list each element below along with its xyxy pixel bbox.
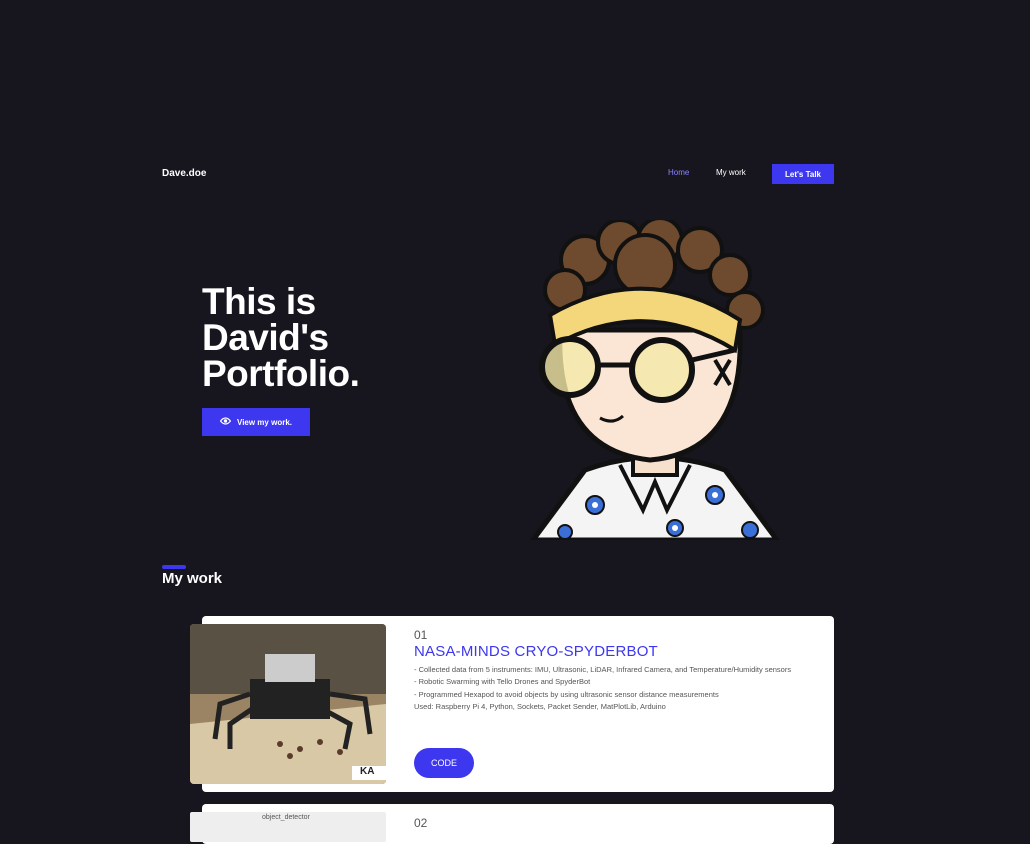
- hero-title: This is David's Portfolio.: [202, 281, 432, 394]
- hero-title-line-2: David's: [202, 317, 329, 358]
- project-number-1: 01: [414, 628, 428, 642]
- project-thumbnail-1[interactable]: KA: [190, 624, 386, 784]
- brand-logo[interactable]: Dave.doe: [162, 168, 206, 179]
- project-line-2: - Robotic Swarming with Tello Drones and…: [414, 677, 591, 687]
- view-my-work-button[interactable]: View my work.: [202, 408, 310, 436]
- nav-my-work-link[interactable]: My work: [716, 168, 746, 177]
- project-thumbnail-2[interactable]: object_detector: [190, 812, 386, 842]
- project-description-1: - Collected data from 5 instruments: IMU…: [414, 664, 804, 713]
- project-line-3: - Programmed Hexapod to avoid objects by…: [414, 689, 719, 699]
- eye-icon: [219, 417, 232, 427]
- project-line-1: - Collected data from 5 instruments: IMU…: [414, 665, 792, 674]
- my-work-accent-bar: [162, 565, 186, 569]
- hero-title-line-3: Portfolio.: [202, 353, 360, 394]
- project-title-1: NASA-MINDS CRYO-SPYDERBOT: [414, 643, 658, 660]
- code-button[interactable]: CODE: [414, 748, 474, 778]
- lets-talk-button[interactable]: Let's Talk: [772, 164, 834, 184]
- avatar-illustration: [529, 220, 781, 540]
- hero-title-line-1: This is: [202, 281, 316, 322]
- my-work-heading: My work: [162, 570, 223, 587]
- view-my-work-label: View my work.: [237, 417, 292, 427]
- image-watermark: KA: [360, 766, 375, 777]
- nav-home-link[interactable]: Home: [668, 168, 689, 177]
- project-line-4: Used: Raspberry Pi 4, Python, Sockets, P…: [414, 701, 666, 711]
- window-title: object_detector: [262, 814, 310, 821]
